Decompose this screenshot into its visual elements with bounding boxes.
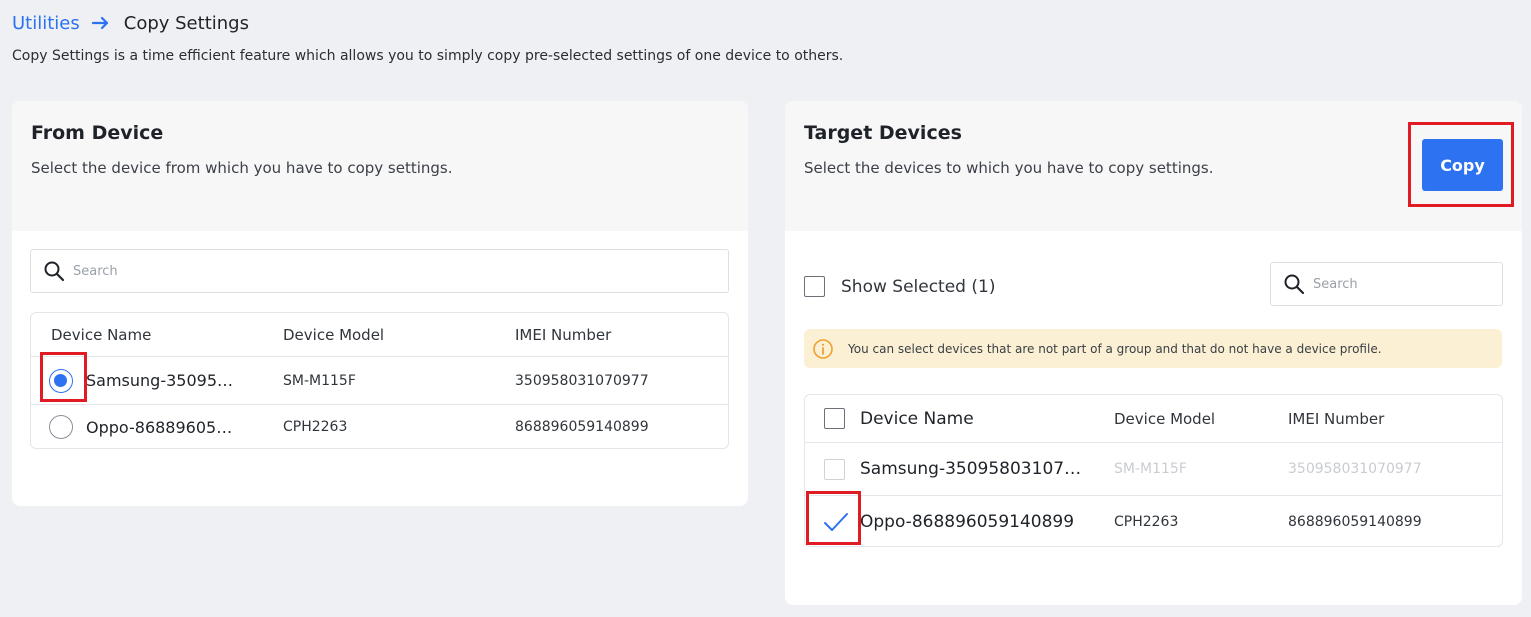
selection-highlight-box: [40, 352, 87, 402]
copy-highlight-box: [1408, 122, 1514, 207]
breadcrumb-utilities-link[interactable]: Utilities: [12, 13, 80, 34]
device-name: Oppo-86889605…: [86, 417, 233, 437]
table-header-row: Device Name Device Model IMEI Number: [805, 395, 1502, 443]
column-header-imei-number: IMEI Number: [515, 325, 612, 344]
device-name: Samsung-35095…: [86, 371, 233, 390]
show-selected-checkbox[interactable]: [804, 276, 825, 297]
device-model: SM-M115F: [1114, 461, 1187, 477]
target-devices-search[interactable]: Search: [1270, 262, 1503, 306]
device-name: Samsung-35095803107…: [860, 459, 1082, 479]
table-row[interactable]: Oppo-86889605… CPH2263 868896059140899: [31, 405, 728, 448]
search-input[interactable]: Search: [1313, 277, 1358, 292]
table-row[interactable]: Oppo-868896059140899 CPH2263 86889605914…: [805, 496, 1502, 546]
device-model: SM-M115F: [283, 372, 356, 389]
breadcrumb: Utilities Copy Settings: [12, 10, 249, 36]
checkbox-highlight-box: [806, 491, 861, 545]
target-devices-card: Target Devices Select the devices to whi…: [785, 101, 1522, 605]
from-device-header: From Device Select the device from which…: [12, 101, 748, 231]
imei-number: 868896059140899: [515, 419, 649, 435]
page-title: Copy Settings: [123, 12, 249, 34]
column-header-device-model: Device Model: [283, 325, 385, 344]
search-icon: [1284, 274, 1305, 295]
table-header-row: Device Name Device Model IMEI Number: [31, 313, 728, 357]
search-icon: [44, 261, 65, 282]
info-banner: You can select devices that are not part…: [804, 329, 1502, 368]
device-model: CPH2263: [1114, 514, 1179, 530]
info-icon: [813, 338, 833, 359]
target-devices-subtitle: Select the devices to which you have to …: [804, 159, 1214, 177]
from-device-card: From Device Select the device from which…: [12, 101, 748, 506]
imei-number: 868896059140899: [1288, 514, 1422, 530]
search-input[interactable]: Search: [73, 264, 118, 279]
device-radio[interactable]: [49, 415, 73, 439]
from-device-subtitle: Select the device from which you have to…: [31, 159, 453, 177]
show-selected-label: Show Selected (1): [841, 276, 996, 297]
column-header-device-name: Device Name: [860, 408, 974, 429]
target-devices-table: Device Name Device Model IMEI Number Sam…: [804, 394, 1503, 547]
info-text: You can select devices that are not part…: [848, 341, 1382, 356]
target-devices-title: Target Devices: [804, 122, 962, 144]
page-description: Copy Settings is a time efficient featur…: [12, 48, 844, 64]
from-device-table: Device Name Device Model IMEI Number Sam…: [30, 312, 729, 449]
show-selected-toggle[interactable]: Show Selected (1): [804, 276, 995, 297]
select-all-checkbox[interactable]: [824, 408, 845, 429]
device-model: CPH2263: [283, 419, 348, 435]
device-checkbox-disabled: [824, 458, 845, 480]
column-header-device-model: Device Model: [1114, 409, 1216, 428]
table-row[interactable]: Samsung-35095… SM-M115F 350958031070977: [31, 357, 728, 405]
device-name: Oppo-868896059140899: [860, 512, 1075, 532]
imei-number: 350958031070977: [1288, 461, 1422, 477]
table-row: Samsung-35095803107… SM-M115F 3509580310…: [805, 443, 1502, 496]
column-header-imei-number: IMEI Number: [1288, 409, 1385, 428]
from-device-title: From Device: [31, 122, 164, 144]
column-header-device-name: Device Name: [51, 325, 152, 344]
from-device-search[interactable]: Search: [30, 249, 729, 293]
imei-number: 350958031070977: [515, 372, 649, 389]
arrow-right-icon: [91, 16, 110, 30]
